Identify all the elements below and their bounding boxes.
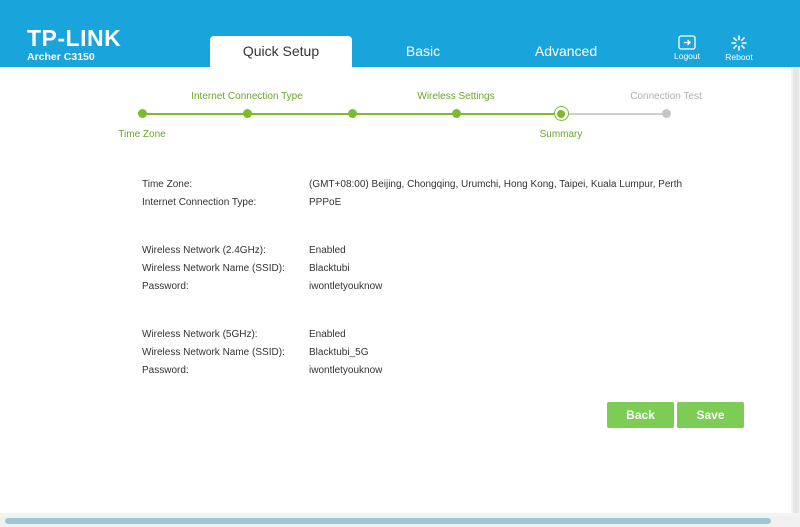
brand: TP-LINK Archer C3150: [27, 26, 121, 63]
brand-logo: TP-LINK: [27, 25, 122, 51]
reboot-icon: [731, 35, 747, 51]
summary-value: Enabled: [309, 329, 346, 340]
step-label-internet-connection-type: Internet Connection Type: [191, 91, 303, 102]
summary-value: Enabled: [309, 245, 346, 256]
step-label-connection-test: Connection Test: [630, 91, 702, 102]
logout-icon: [678, 35, 696, 50]
summary-value: PPPoE: [309, 197, 342, 208]
summary-value: Blacktubi_5G: [309, 347, 369, 358]
top-header: TP-LINK Archer C3150 Quick Setup Basic A…: [0, 0, 800, 67]
stepper-line-todo: [561, 113, 666, 115]
summary-label: Password:: [142, 281, 189, 292]
tab-quick-setup[interactable]: Quick Setup: [210, 36, 352, 67]
reboot-label: Reboot: [725, 52, 753, 62]
summary-value: iwontletyouknow: [309, 281, 383, 292]
step-label-summary: Summary: [539, 129, 583, 140]
step-dot-time-zone: [137, 109, 147, 118]
summary-label: Wireless Network (2.4GHz):: [142, 245, 266, 256]
tab-advanced[interactable]: Advanced: [510, 36, 622, 67]
step-dot-internet-connection-type: [242, 109, 252, 118]
summary-label: Wireless Network Name (SSID):: [142, 347, 285, 358]
step-dot-wireless-settings: [451, 109, 461, 118]
model-name: Archer C3150: [27, 51, 95, 63]
horizontal-scrollbar[interactable]: [5, 518, 771, 524]
step-dot-connection-test: [661, 109, 671, 118]
summary-label: Password:: [142, 365, 189, 376]
step-dot-3: [347, 109, 357, 118]
summary-label: Time Zone:: [142, 179, 193, 190]
back-button[interactable]: Back: [607, 402, 674, 428]
step-dot-summary: [553, 106, 569, 121]
step-label-wireless-settings: Wireless Settings: [417, 91, 495, 102]
summary-label: Wireless Network (5GHz):: [142, 329, 258, 340]
summary-label: Internet Connection Type:: [142, 197, 257, 208]
summary-value: (GMT+08:00) Beijing, Chongqing, Urumchi,…: [309, 179, 683, 190]
step-label-time-zone: Time Zone: [118, 129, 166, 140]
logout-button[interactable]: Logout: [667, 35, 707, 61]
vertical-scrollbar[interactable]: [793, 67, 799, 513]
summary-value: iwontletyouknow: [309, 365, 383, 376]
summary-label: Wireless Network Name (SSID):: [142, 263, 285, 274]
tab-basic[interactable]: Basic: [370, 36, 476, 67]
reboot-button[interactable]: Reboot: [719, 35, 759, 62]
summary-value: Blacktubi: [309, 263, 350, 274]
logout-label: Logout: [674, 51, 700, 61]
save-button[interactable]: Save: [677, 402, 744, 428]
